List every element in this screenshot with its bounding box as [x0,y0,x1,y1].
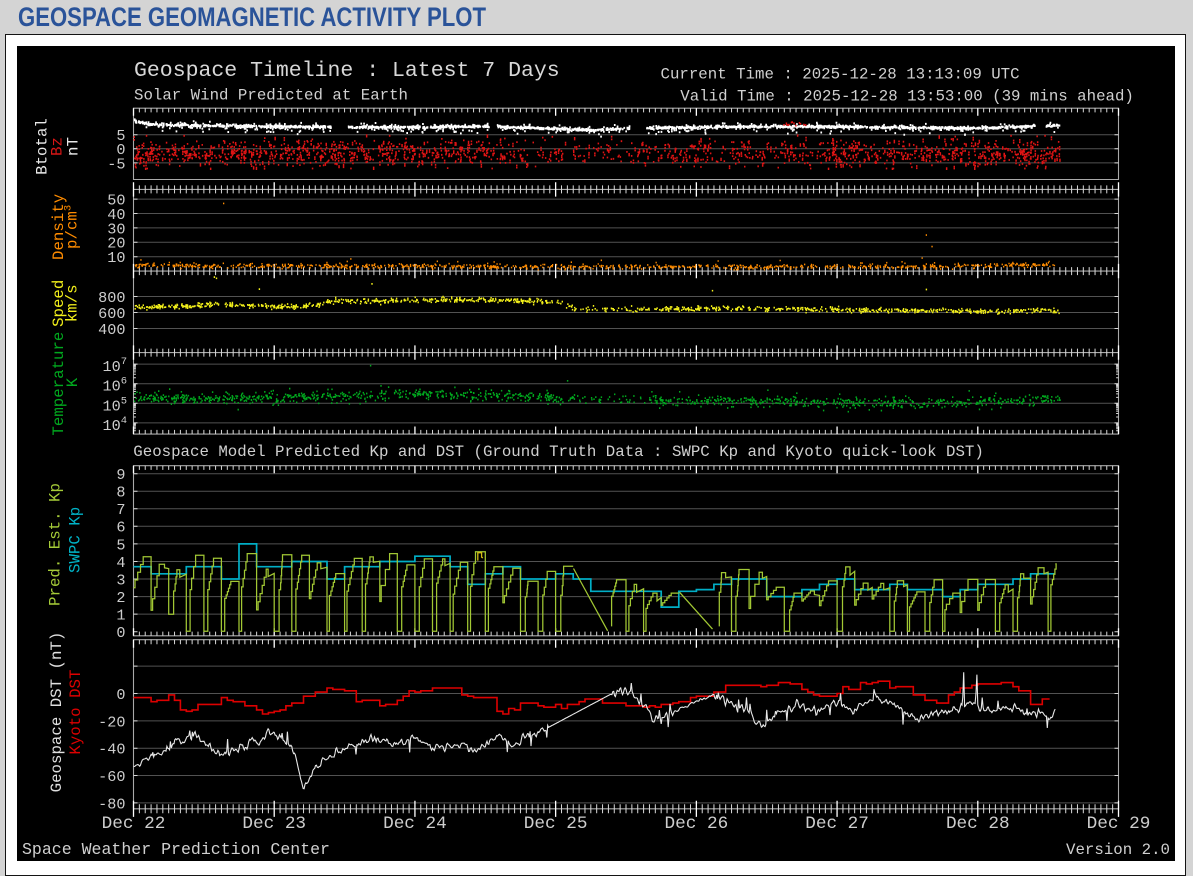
svg-text:9: 9 [116,466,125,484]
svg-text:400: 400 [98,320,125,338]
svg-text:Dec 22: Dec 22 [101,814,165,834]
svg-text:Current Time : 2025-12-28 13:1: Current Time : 2025-12-28 13:13:09 UTC [660,65,1019,83]
svg-text:Geospace Timeline : Latest 7 D: Geospace Timeline : Latest 7 Days [134,59,560,83]
svg-text:Geospace Model Predicted Kp an: Geospace Model Predicted Kp and DST (Gro… [133,443,984,461]
svg-text:800: 800 [98,288,125,306]
svg-text:7: 7 [116,501,125,519]
svg-text:Dec 26: Dec 26 [664,814,728,834]
svg-text:Valid Time : 2025-12-28 13:53:: Valid Time : 2025-12-28 13:53:00 (39 min… [680,87,1134,105]
svg-text:0: 0 [116,685,125,703]
svg-text:p/cm3: p/cm3 [62,204,81,248]
svg-text:-60: -60 [98,767,125,785]
svg-text:Solar Wind Predicted at Earth: Solar Wind Predicted at Earth [134,86,408,104]
svg-text:Pred. Est. Kp: Pred. Est. Kp [46,483,64,606]
svg-text:-80: -80 [98,795,125,813]
svg-text:Space Weather Prediction Cente: Space Weather Prediction Center [22,841,330,859]
svg-text:5: 5 [116,536,125,554]
svg-text:SWPC Kp: SWPC Kp [66,506,84,572]
svg-text:2: 2 [116,588,125,606]
svg-text:6: 6 [116,518,125,536]
svg-text:Version 2.0: Version 2.0 [1066,841,1170,859]
svg-text:Dec 24: Dec 24 [383,814,447,834]
svg-text:Dec 23: Dec 23 [242,814,306,834]
svg-text:3: 3 [116,571,125,589]
svg-text:Geospace DST (nT): Geospace DST (nT) [47,631,65,792]
svg-text:Dec 28: Dec 28 [945,814,1009,834]
svg-text:50: 50 [107,191,125,209]
svg-text:600: 600 [98,304,125,322]
svg-text:0: 0 [116,624,125,642]
svg-text:-40: -40 [98,740,125,758]
svg-text:8: 8 [116,483,125,501]
svg-text:km/s: km/s [63,284,81,322]
svg-text:Kyoto DST: Kyoto DST [66,669,84,754]
svg-text:4: 4 [116,553,125,571]
svg-text:-20: -20 [98,713,125,731]
svg-text:1: 1 [116,606,125,624]
svg-text:Dec 25: Dec 25 [523,814,587,834]
svg-text:Dec 27: Dec 27 [805,814,869,834]
svg-text:nT: nT [64,137,82,156]
svg-text:-5: -5 [107,155,125,173]
svg-text:K: K [63,377,81,387]
svg-text:Dec 29: Dec 29 [1086,814,1150,834]
